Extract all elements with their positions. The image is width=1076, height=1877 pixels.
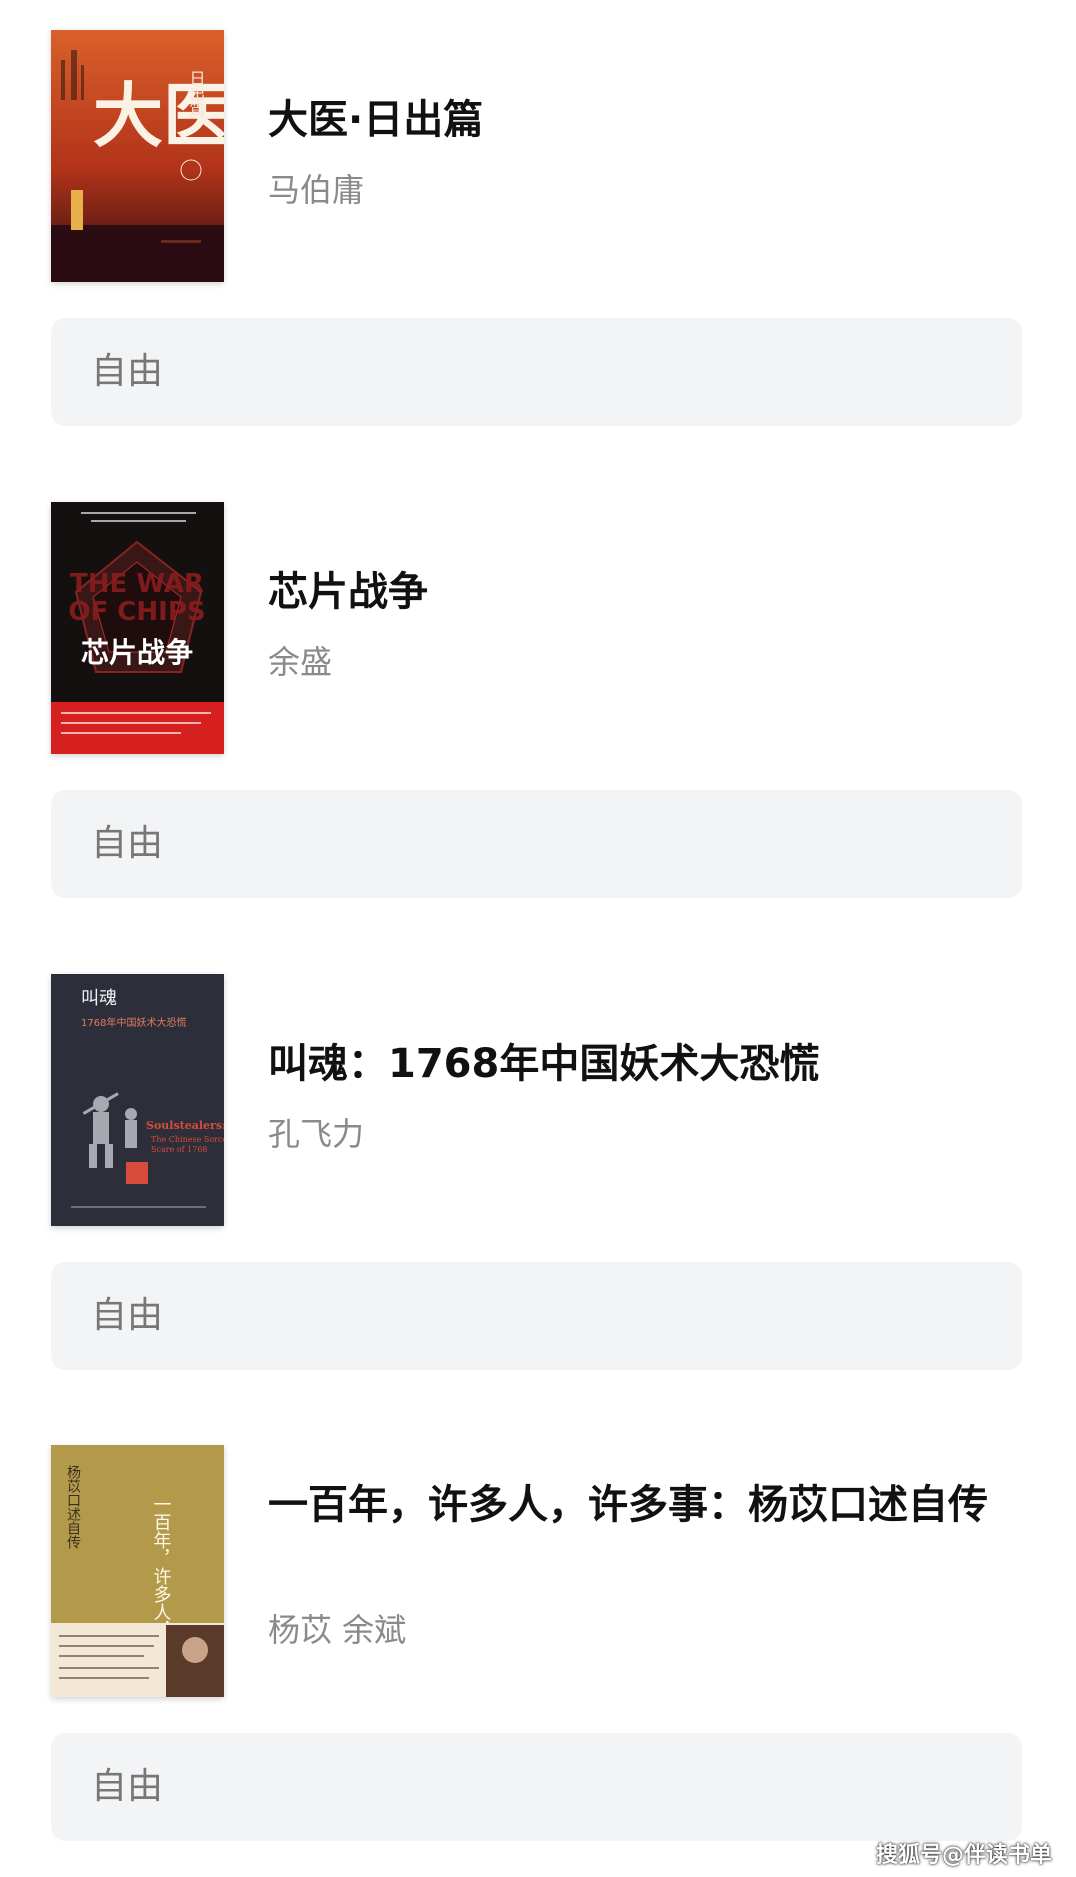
book-item[interactable]: 大医 日出篇 大医·日出篇 马伯庸 自由 [0, 30, 1076, 450]
reading-note-text: 自由 [91, 1766, 164, 1807]
cover-title: 叫魂 [81, 988, 117, 1009]
cover-english-title: THE WAR [70, 569, 204, 599]
book-item[interactable]: 叫魂 1768年中国妖术大恐慌 Soulstealers: The Chines… [0, 974, 1076, 1394]
reading-note-box[interactable]: 自由 [51, 1733, 1022, 1841]
watermark: 搜狐号@伴读书单 [875, 1843, 1052, 1868]
book-cover-image: THE WAR OF CHIPS 芯片战争 [51, 502, 224, 754]
reading-note-box[interactable]: 自由 [51, 790, 1022, 898]
reading-note-text: 自由 [91, 1295, 164, 1336]
cover-subtitle: 1768年中国妖术大恐慌 [81, 1016, 186, 1029]
book-item[interactable]: THE WAR OF CHIPS 芯片战争 芯片战争 余盛 自由 [0, 502, 1076, 922]
book-item[interactable]: 杨苡口述自传 一百年，许多人，许多事 一百年，许多人，许多事：杨苡口述自传 杨苡… [0, 1445, 1076, 1865]
book-title[interactable]: 芯片战争 [268, 562, 1028, 622]
book-title[interactable]: 大医·日出篇 [268, 90, 1028, 150]
book-title[interactable]: 一百年，许多人，许多事：杨苡口述自传 [268, 1475, 1028, 1535]
book-cover-image: 叫魂 1768年中国妖术大恐慌 Soulstealers: The Chines… [51, 974, 224, 1226]
cover-title: 芯片战争 [81, 636, 193, 669]
book-author[interactable]: 孔飞力 [268, 1114, 364, 1154]
book-title[interactable]: 叫魂：1768年中国妖术大恐慌 [268, 1034, 1028, 1094]
cover-english-subtitle: The Chinese Sorcery [151, 1135, 224, 1144]
cover-english-title: Soulstealers: [146, 1119, 224, 1132]
book-cover-image: 杨苡口述自传 一百年，许多人，许多事 [51, 1445, 224, 1697]
reading-note-text: 自由 [91, 823, 164, 864]
reading-note-text: 自由 [91, 351, 164, 392]
book-author[interactable]: 余盛 [268, 642, 332, 682]
book-author[interactable]: 杨苡 余斌 [268, 1610, 406, 1650]
cover-english-subtitle-2: Scare of 1768 [151, 1145, 208, 1154]
book-cover[interactable]: 大医 日出篇 [51, 30, 224, 282]
cover-title: 杨苡口述自传 [65, 1465, 81, 1549]
book-cover-image: 大医 日出篇 [51, 30, 224, 282]
reading-note-box[interactable]: 自由 [51, 1262, 1022, 1370]
book-cover[interactable]: THE WAR OF CHIPS 芯片战争 [51, 502, 224, 754]
book-cover[interactable]: 叫魂 1768年中国妖术大恐慌 Soulstealers: The Chines… [51, 974, 224, 1226]
cover-english-title-2: OF CHIPS [68, 597, 205, 627]
cover-side-title: 日出篇 [187, 70, 206, 118]
book-author[interactable]: 马伯庸 [268, 170, 364, 210]
reading-note-box[interactable]: 自由 [51, 318, 1022, 426]
book-cover[interactable]: 杨苡口述自传 一百年，许多人，许多事 [51, 1445, 224, 1697]
